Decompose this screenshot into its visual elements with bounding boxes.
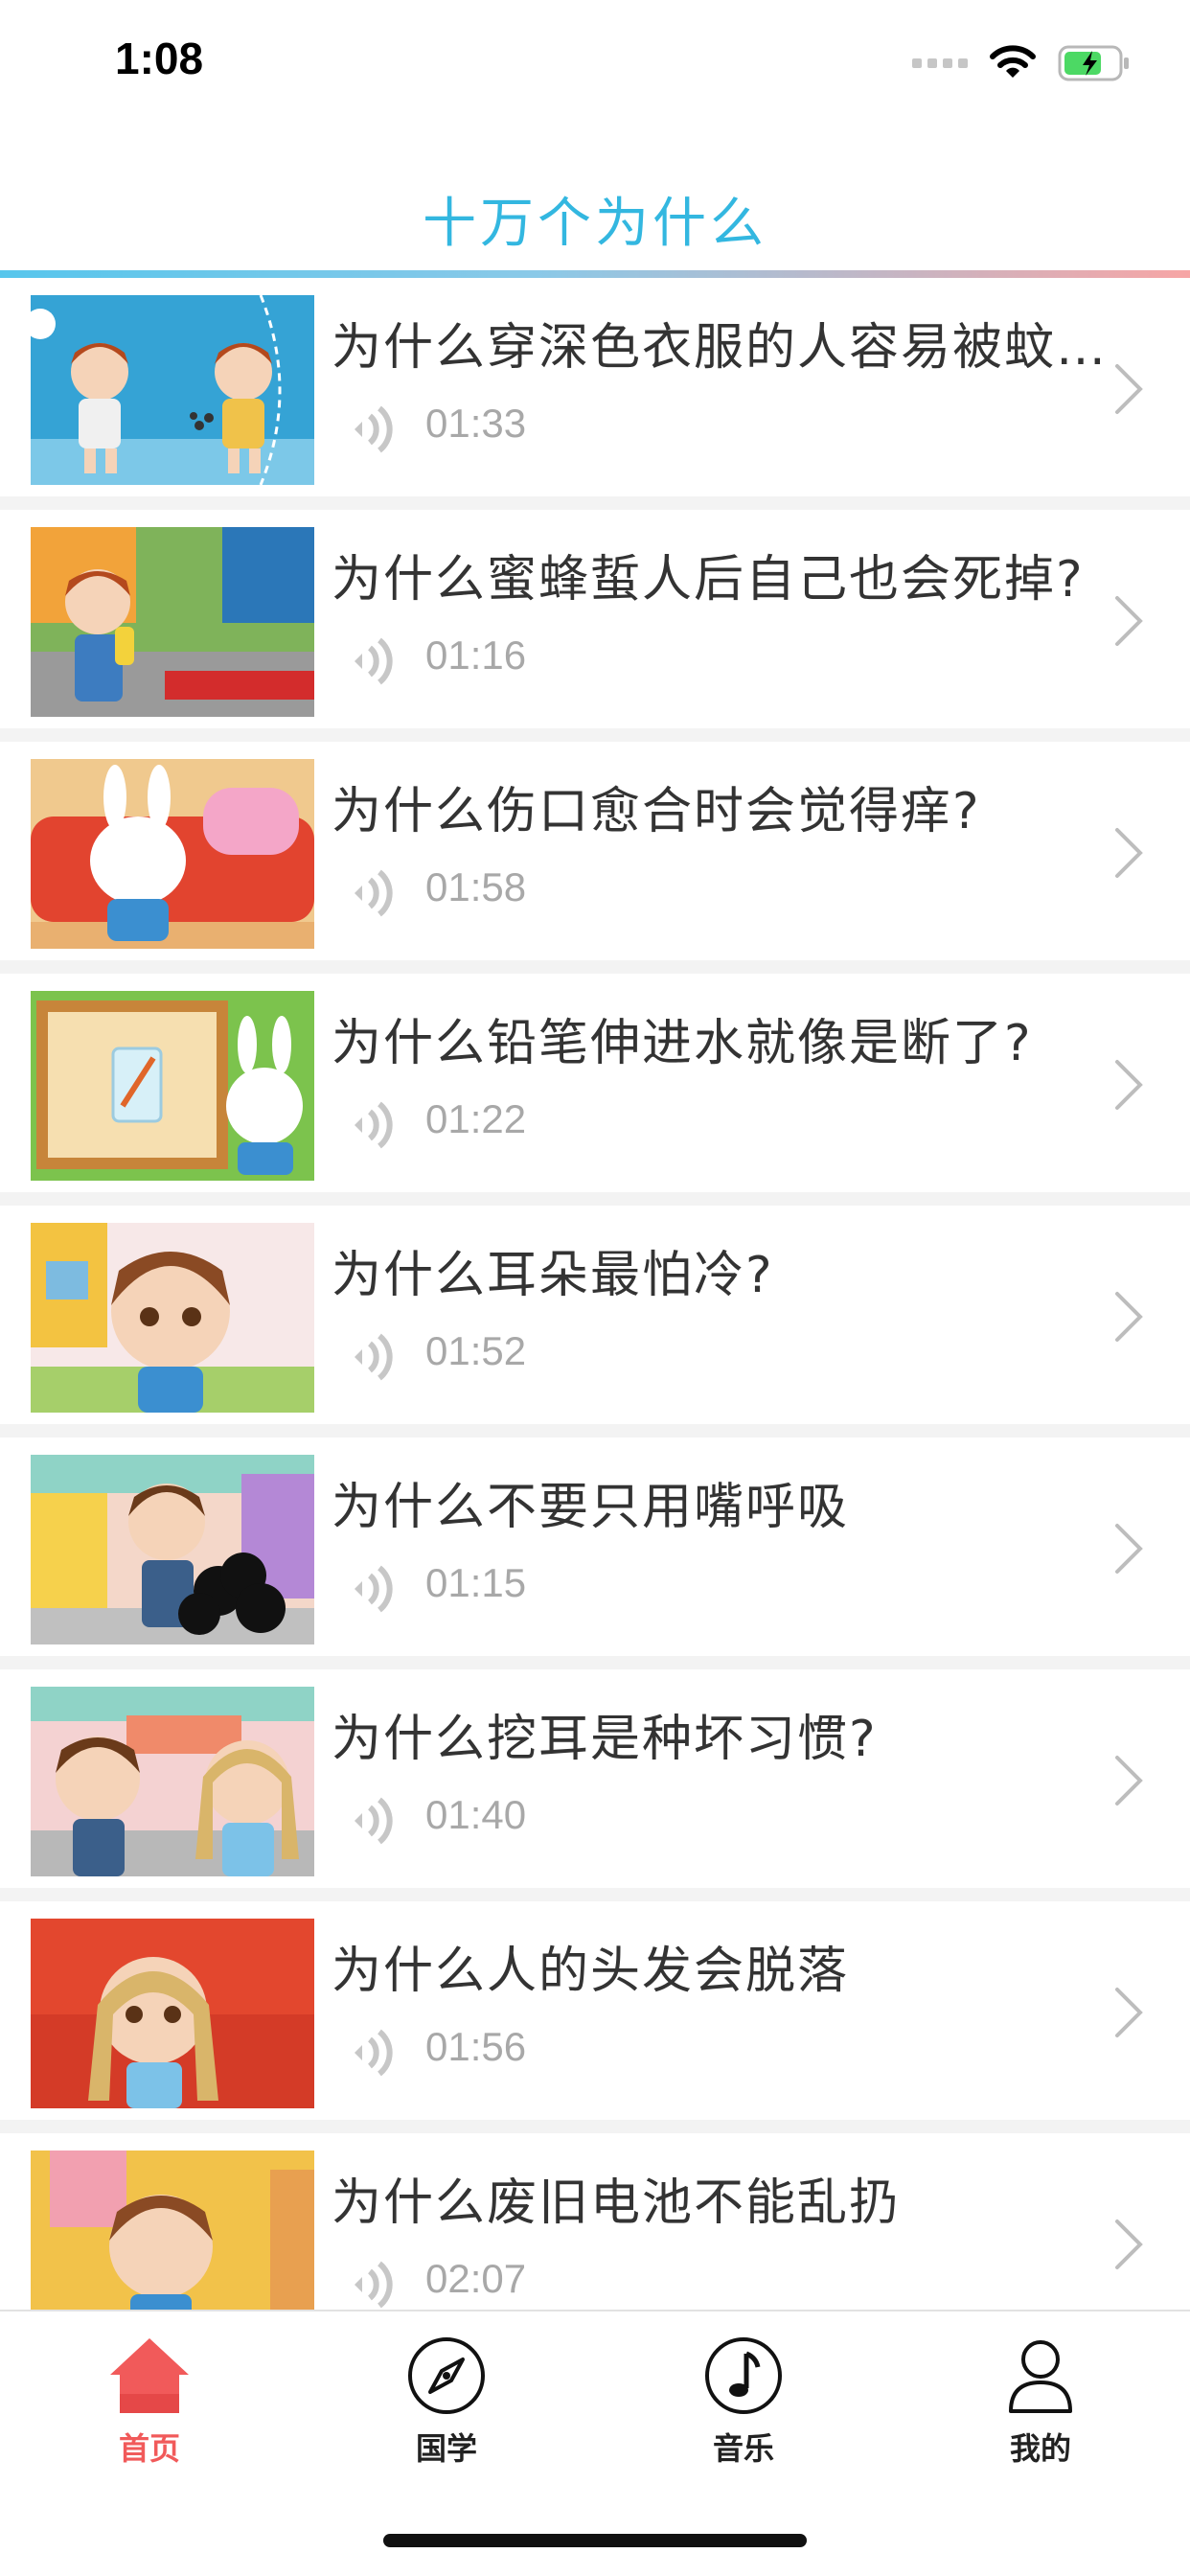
status-time: 1:08 bbox=[115, 34, 204, 83]
tab-music[interactable]: 音乐 bbox=[648, 2333, 839, 2476]
wifi-icon bbox=[990, 45, 1036, 78]
episode-duration: 02:07 bbox=[425, 2256, 527, 2301]
tab-label: 音乐 bbox=[712, 2430, 774, 2467]
episode-title: 为什么耳朵最怕冷? bbox=[332, 1247, 774, 1304]
audio-icon bbox=[355, 1333, 393, 1381]
audio-icon bbox=[355, 2029, 393, 2077]
list-item[interactable]: 为什么穿深色衣服的人容易被蚊子咬？ 01:33 bbox=[0, 278, 1190, 496]
compass-icon bbox=[408, 2337, 485, 2414]
episode-thumbnail bbox=[31, 295, 314, 485]
episode-duration: 01:40 bbox=[425, 1792, 527, 1837]
list-item[interactable]: 为什么伤口愈合时会觉得痒? 01:58 bbox=[0, 742, 1190, 960]
tab-label: 首页 bbox=[118, 2430, 180, 2467]
episode-duration: 01:15 bbox=[425, 1560, 527, 1605]
episode-title: 为什么铅笔伸进水就像是断了? bbox=[332, 1015, 1033, 1072]
episode-title: 为什么挖耳是种坏习惯? bbox=[332, 1711, 878, 1768]
status-icons bbox=[912, 42, 1131, 84]
episode-duration: 01:56 bbox=[425, 2024, 527, 2069]
list-item[interactable]: 为什么不要只用嘴呼吸 01:15 bbox=[0, 1438, 1190, 1656]
episode-title: 为什么人的头发会脱落 bbox=[332, 1943, 850, 2000]
chevron-right-icon bbox=[1115, 1524, 1143, 1574]
home-icon bbox=[110, 2338, 189, 2413]
audio-icon bbox=[355, 405, 393, 453]
episode-title: 为什么穿深色衣服的人容易被蚊子咬？ bbox=[332, 319, 1113, 377]
episode-duration: 01:52 bbox=[425, 1328, 527, 1373]
episode-thumbnail bbox=[31, 759, 314, 949]
music-note-icon bbox=[705, 2337, 782, 2414]
chevron-right-icon bbox=[1115, 364, 1143, 414]
person-icon bbox=[1009, 2340, 1072, 2413]
chevron-right-icon bbox=[1115, 1060, 1143, 1110]
home-indicator[interactable] bbox=[383, 2534, 807, 2547]
list-item[interactable]: 为什么蜜蜂蜇人后自己也会死掉? 01:16 bbox=[0, 510, 1190, 728]
chevron-right-icon bbox=[1115, 828, 1143, 878]
tab-label: 我的 bbox=[1009, 2430, 1071, 2467]
episode-thumbnail bbox=[31, 1919, 314, 2108]
chevron-right-icon bbox=[1115, 596, 1143, 646]
episode-thumbnail bbox=[31, 1223, 314, 1413]
audio-icon bbox=[355, 1565, 393, 1613]
chevron-right-icon bbox=[1115, 1756, 1143, 1806]
status-bar: 1:08 bbox=[0, 0, 1190, 126]
audio-icon bbox=[355, 1797, 393, 1845]
episode-list[interactable]: 为什么穿深色衣服的人容易被蚊子咬？ 01:33 为什么蜜蜂 bbox=[0, 278, 1190, 2310]
episode-title: 为什么蜜蜂蜇人后自己也会死掉? bbox=[332, 551, 1085, 609]
episode-duration: 01:33 bbox=[425, 401, 527, 446]
list-item[interactable]: 为什么人的头发会脱落 01:56 bbox=[0, 1901, 1190, 2120]
page-title: 十万个为什么 bbox=[423, 193, 767, 255]
chevron-right-icon bbox=[1115, 1292, 1143, 1342]
episode-title: 为什么不要只用嘴呼吸 bbox=[332, 1479, 850, 1536]
battery-icon bbox=[1058, 45, 1129, 81]
episode-thumbnail bbox=[31, 991, 314, 1181]
nav-divider bbox=[0, 270, 1190, 278]
episode-title: 为什么废旧电池不能乱扔 bbox=[332, 2174, 902, 2232]
tab-mine[interactable]: 我的 bbox=[945, 2333, 1136, 2476]
episode-thumbnail bbox=[31, 1455, 314, 1644]
chevron-right-icon bbox=[1115, 1988, 1143, 2037]
episode-thumbnail bbox=[31, 2150, 314, 2310]
episode-title: 为什么伤口愈合时会觉得痒? bbox=[332, 783, 981, 840]
episode-thumbnail bbox=[31, 527, 314, 717]
list-item[interactable]: 为什么耳朵最怕冷? 01:52 bbox=[0, 1206, 1190, 1424]
episode-thumbnail bbox=[31, 1687, 314, 1876]
audio-icon bbox=[355, 637, 393, 685]
chevron-right-icon bbox=[1115, 2220, 1143, 2269]
audio-icon bbox=[355, 869, 393, 917]
list-item[interactable]: 为什么废旧电池不能乱扔 02:07 bbox=[0, 2133, 1190, 2310]
list-item[interactable]: 为什么挖耳是种坏习惯? 01:40 bbox=[0, 1669, 1190, 1888]
signal-icon bbox=[912, 58, 968, 68]
episode-duration: 01:16 bbox=[425, 632, 527, 678]
audio-icon bbox=[355, 1101, 393, 1149]
episode-duration: 01:22 bbox=[425, 1096, 527, 1141]
navigation-bar: 十万个为什么 bbox=[0, 126, 1190, 272]
list-item[interactable]: 为什么铅笔伸进水就像是断了? 01:22 bbox=[0, 974, 1190, 1192]
episode-duration: 01:58 bbox=[425, 864, 527, 909]
tab-label: 国学 bbox=[415, 2430, 477, 2467]
audio-icon bbox=[355, 2261, 393, 2309]
tab-home[interactable]: 首页 bbox=[54, 2333, 245, 2476]
tab-guoxue[interactable]: 国学 bbox=[351, 2333, 542, 2476]
